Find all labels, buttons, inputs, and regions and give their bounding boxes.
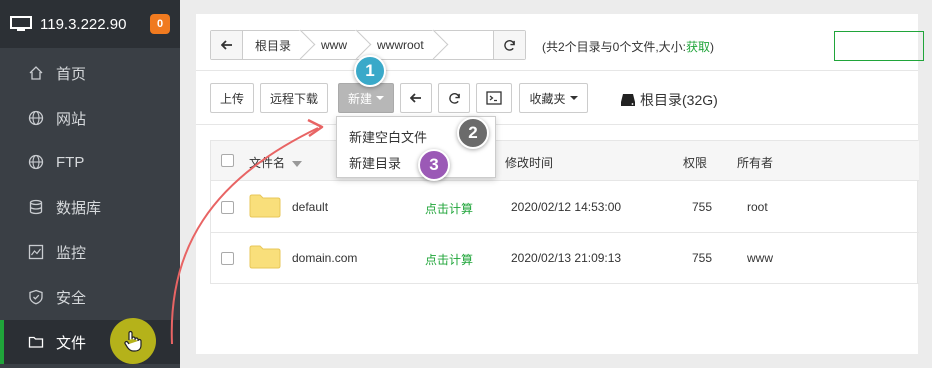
- column-header-modified[interactable]: 修改时间: [505, 154, 553, 171]
- new-button[interactable]: 新建: [338, 83, 394, 113]
- file-name-link[interactable]: default: [292, 200, 328, 214]
- folder-icon: [28, 334, 44, 350]
- button-label: 收藏夹: [529, 91, 566, 106]
- upload-button[interactable]: 上传: [210, 83, 254, 113]
- owner-value: root: [747, 200, 768, 214]
- home-icon: [28, 65, 44, 81]
- favorites-button[interactable]: 收藏夹: [519, 83, 588, 113]
- sidebar-item-websites[interactable]: 网站: [0, 96, 180, 140]
- table-row[interactable]: default 点击计算 2020/02/12 14:53:00 755 roo…: [211, 182, 919, 233]
- modified-time: 2020/02/13 21:09:13: [511, 251, 622, 265]
- sidebar-header: 119.3.222.90 0: [0, 0, 180, 48]
- remote-download-button[interactable]: 远程下载: [260, 83, 328, 113]
- step-badge-3: 3: [418, 149, 450, 181]
- monitor-chart-icon: [28, 244, 44, 260]
- column-header-permission[interactable]: 权限: [683, 154, 707, 171]
- sidebar: 119.3.222.90 0 首页 网站 FTP 数据库 监控 安全 文件: [0, 0, 180, 368]
- terminal-icon: [486, 91, 502, 105]
- refresh-icon: [448, 92, 460, 104]
- divider: [196, 124, 918, 125]
- get-size-link[interactable]: 获取: [686, 40, 710, 54]
- folder-icon: [249, 245, 281, 269]
- folder-icon: [249, 194, 281, 218]
- sidebar-item-label: 文件: [56, 334, 87, 352]
- sidebar-item-home[interactable]: 首页: [0, 51, 180, 95]
- step-badge-2: 2: [457, 117, 489, 149]
- path-back-button[interactable]: [211, 31, 243, 59]
- sidebar-item-security[interactable]: 安全: [0, 275, 180, 319]
- sidebar-item-label: 数据库: [56, 199, 102, 217]
- globe-icon: [28, 154, 44, 170]
- menu-item-new-file[interactable]: 新建空白文件: [349, 127, 427, 146]
- calculate-size-link[interactable]: 点击计算: [425, 251, 473, 268]
- select-all-checkbox[interactable]: [221, 154, 234, 167]
- refresh-button[interactable]: [438, 83, 470, 113]
- hard-drive-icon: [621, 94, 635, 106]
- permission-value[interactable]: 755: [692, 251, 712, 265]
- breadcrumb-label: www: [321, 38, 348, 52]
- arrow-left-icon: [410, 93, 421, 103]
- file-name-link[interactable]: domain.com: [292, 251, 357, 265]
- button-label: 新建: [347, 91, 372, 106]
- menu-item-new-directory[interactable]: 新建目录: [349, 153, 401, 172]
- owner-value: www: [747, 251, 773, 265]
- directory-summary: (共2个目录与0个文件,大小:获取): [542, 38, 714, 55]
- disk-label: 根目录(32G): [640, 92, 718, 108]
- cursor-highlight: [110, 318, 156, 364]
- button-label: 远程下载: [269, 91, 318, 106]
- breadcrumb-label: 根目录: [255, 38, 292, 53]
- divider: [196, 70, 918, 71]
- column-header-owner[interactable]: 所有者: [737, 154, 773, 171]
- hand-pointer-icon: [124, 330, 142, 352]
- terminal-button[interactable]: [476, 83, 512, 113]
- globe-icon: [28, 110, 44, 126]
- header-label: 文件名: [249, 156, 286, 170]
- chevron-down-icon: [376, 96, 384, 100]
- notification-badge[interactable]: 0: [150, 14, 170, 34]
- database-icon: [28, 199, 44, 215]
- sidebar-item-label: 网站: [56, 110, 87, 128]
- sidebar-item-label: 首页: [56, 65, 87, 83]
- calculate-size-link[interactable]: 点击计算: [425, 200, 473, 217]
- row-checkbox[interactable]: [221, 201, 234, 214]
- sidebar-item-label: 监控: [56, 244, 87, 262]
- row-checkbox[interactable]: [221, 252, 234, 265]
- file-manager-panel: 根目录 www wwwroot (共2个目录与0个文件,大小:获取) 上传 远程…: [196, 14, 924, 354]
- server-ip: 119.3.222.90: [40, 15, 127, 33]
- shield-icon: [28, 289, 44, 305]
- chevron-down-icon: [569, 96, 578, 100]
- summary-text: (共2个目录与0个文件,大小:: [542, 40, 687, 54]
- breadcrumb-root[interactable]: 根目录: [243, 31, 303, 59]
- search-input[interactable]: [834, 31, 924, 61]
- file-table: 文件名 修改时间 权限 所有者 default 点击计算 2020/02/12 …: [210, 140, 919, 284]
- table-row[interactable]: domain.com 点击计算 2020/02/13 21:09:13 755 …: [211, 233, 919, 284]
- breadcrumb-label: wwwroot: [377, 38, 424, 52]
- button-label: 上传: [219, 91, 244, 106]
- table-header: 文件名 修改时间 权限 所有者: [211, 141, 919, 181]
- sidebar-item-monitor[interactable]: 监控: [0, 230, 180, 274]
- summary-suffix: ): [710, 40, 715, 54]
- column-header-name[interactable]: 文件名: [249, 154, 303, 171]
- modified-time: 2020/02/12 14:53:00: [511, 200, 622, 214]
- sidebar-item-label: 安全: [56, 289, 87, 307]
- path-refresh-button[interactable]: [493, 31, 525, 59]
- sort-down-icon: [292, 160, 303, 167]
- disk-selector[interactable]: 根目录(32G): [620, 90, 718, 110]
- back-button[interactable]: [400, 83, 432, 113]
- sidebar-item-database[interactable]: 数据库: [0, 185, 180, 229]
- permission-value[interactable]: 755: [692, 200, 712, 214]
- arrow-left-icon: [220, 40, 232, 50]
- monitor-icon: [10, 16, 32, 31]
- sidebar-item-ftp[interactable]: FTP: [0, 140, 180, 184]
- sidebar-item-label: FTP: [56, 153, 85, 171]
- refresh-icon: [504, 39, 515, 51]
- step-badge-1: 1: [354, 55, 386, 87]
